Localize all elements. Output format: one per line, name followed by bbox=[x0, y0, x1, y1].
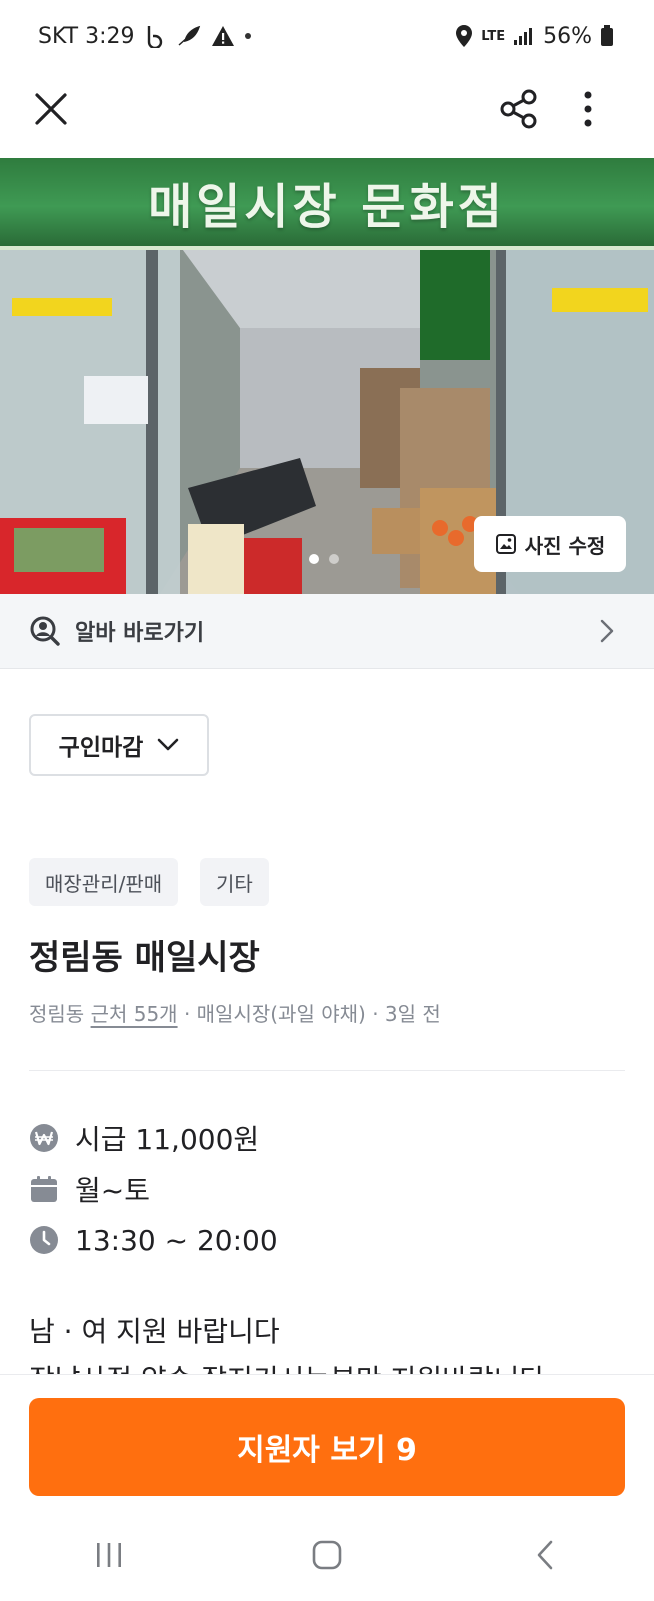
tag-category: 매장관리/판매 bbox=[29, 858, 179, 906]
battery-icon bbox=[601, 25, 613, 46]
more-button[interactable] bbox=[566, 82, 610, 136]
image-edit-icon bbox=[495, 534, 516, 554]
pagination-dot-active bbox=[309, 554, 319, 564]
app-b-icon bbox=[147, 26, 162, 48]
carrier-time: SKT 3:29 bbox=[38, 23, 135, 49]
won-icon bbox=[30, 1124, 58, 1152]
hours-row: 13:30 ~ 20:00 bbox=[29, 1220, 278, 1260]
back-icon bbox=[537, 1540, 553, 1570]
edit-photo-label: 사진 수정 bbox=[524, 533, 606, 558]
divider bbox=[29, 1070, 625, 1071]
post-meta: 정림동 근처 55개 · 매일시장(과일 야채) · 3일 전 bbox=[29, 998, 441, 1027]
recruit-status-value: 구인마감 bbox=[58, 735, 144, 761]
alba-shortcut-row[interactable]: 알바 바로가기 bbox=[0, 594, 654, 669]
system-nav-bar bbox=[0, 1520, 654, 1590]
calendar-icon bbox=[31, 1176, 57, 1202]
share-button[interactable] bbox=[492, 82, 546, 136]
days-row: 월~토 bbox=[29, 1169, 150, 1209]
photo-banner: 매일시장 문화점 bbox=[0, 158, 654, 250]
share-icon bbox=[500, 89, 537, 129]
clock-icon bbox=[30, 1226, 58, 1254]
recent-apps-button[interactable] bbox=[79, 1530, 139, 1580]
app-bar bbox=[0, 70, 654, 158]
edit-photo-button[interactable]: 사진 수정 bbox=[474, 516, 626, 572]
post-time: · 3일 전 bbox=[372, 1002, 441, 1026]
days-text: 월~토 bbox=[75, 1174, 150, 1207]
network-type: LTE bbox=[481, 28, 506, 44]
chevron-right-icon bbox=[600, 619, 614, 643]
wage-text: 시급 11,000원 bbox=[75, 1123, 260, 1156]
close-icon bbox=[35, 93, 67, 125]
chevron-down-icon bbox=[158, 738, 179, 751]
alba-shortcut-label: 알바 바로가기 bbox=[75, 621, 205, 646]
feather-icon bbox=[178, 25, 200, 46]
hours-text: 13:30 ~ 20:00 bbox=[75, 1223, 278, 1257]
location-icon bbox=[456, 25, 473, 47]
status-right: LTE 56% bbox=[455, 20, 614, 52]
signal-icon bbox=[514, 28, 533, 45]
person-search-icon bbox=[30, 616, 60, 646]
pagination-dot bbox=[329, 554, 339, 564]
view-applicants-button[interactable]: 지원자 보기 9 bbox=[29, 1398, 625, 1496]
post-store: · 매일시장(과일 야채) bbox=[183, 1002, 366, 1026]
warning-icon bbox=[211, 26, 234, 46]
nearby-link[interactable]: 근처 55개 bbox=[91, 1002, 178, 1026]
post-title: 정림동 매일시장 bbox=[29, 938, 260, 978]
more-vertical-icon bbox=[584, 91, 592, 127]
photo-pagination bbox=[309, 554, 339, 564]
wage-row: 시급 11,000원 bbox=[29, 1118, 259, 1158]
recent-apps-icon bbox=[97, 1543, 121, 1567]
description-line-1: 남 · 여 지원 바랍니다 bbox=[29, 1315, 280, 1348]
home-button[interactable] bbox=[297, 1530, 357, 1580]
recruit-status-dropdown[interactable]: 구인마감 bbox=[29, 714, 209, 776]
close-button[interactable] bbox=[26, 84, 76, 134]
status-left: SKT 3:29 bbox=[38, 20, 251, 52]
back-button[interactable] bbox=[515, 1530, 575, 1580]
status-bar: SKT 3:29 LTE 56% bbox=[0, 0, 654, 70]
home-icon bbox=[312, 1540, 342, 1570]
tag-etc: 기타 bbox=[200, 858, 269, 906]
notification-dot-icon bbox=[244, 33, 251, 39]
store-photo[interactable]: 매일시장 문화점 사진 수정 bbox=[0, 158, 654, 594]
battery-level: 56% bbox=[543, 23, 592, 49]
post-location: 정림동 bbox=[29, 1002, 85, 1026]
